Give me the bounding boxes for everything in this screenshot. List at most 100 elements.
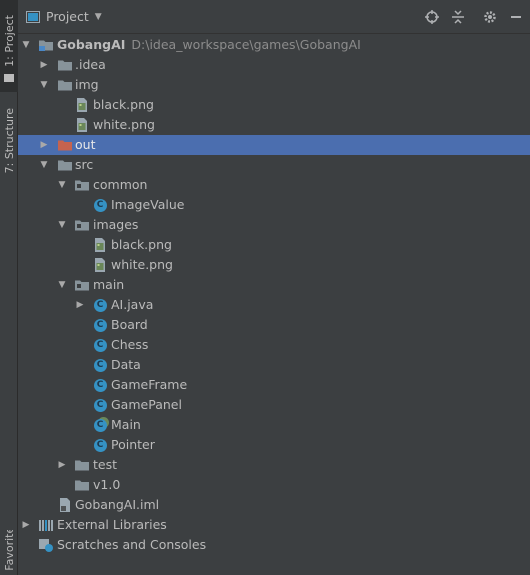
collapsed-arrow-icon[interactable]: ▶ <box>56 455 68 475</box>
tree-label: GameFrame <box>111 377 188 392</box>
gear-icon <box>484 11 496 23</box>
tree-node-chess[interactable]: C Chess <box>18 335 530 355</box>
package-icon <box>74 277 90 293</box>
tree-node-img[interactable]: ▼ img <box>18 75 530 95</box>
tree-label: img <box>75 77 99 92</box>
png-file-icon <box>92 237 108 253</box>
class-letter: C <box>93 418 107 432</box>
collapsed-arrow-icon[interactable]: ▶ <box>20 515 32 535</box>
expanded-arrow-icon[interactable]: ▼ <box>20 35 32 55</box>
tree-node-data[interactable]: C Data <box>18 355 530 375</box>
expanded-arrow-icon[interactable]: ▼ <box>56 175 68 195</box>
tree-label: src <box>75 157 94 172</box>
class-icon: C <box>92 197 108 213</box>
tree-label: test <box>93 457 118 472</box>
locate-file-button[interactable] <box>424 9 440 25</box>
class-letter: C <box>93 398 107 412</box>
tree-label: white.png <box>111 257 173 272</box>
class-icon: C <box>92 337 108 353</box>
tree-node-scratches[interactable]: Scratches and Consoles <box>18 535 530 555</box>
tree-label: Board <box>111 317 148 332</box>
tree-node-main[interactable]: ▼ main <box>18 275 530 295</box>
tree-node-ai-java[interactable]: ▶ C AI.java <box>18 295 530 315</box>
tree-node-images-white[interactable]: white.png <box>18 255 530 275</box>
folder-icon <box>74 457 90 473</box>
tree-node-img-black[interactable]: black.png <box>18 95 530 115</box>
tree-node-pointer[interactable]: C Pointer <box>18 435 530 455</box>
tree-node-v10[interactable]: v1.0 <box>18 475 530 495</box>
tree-node-main-class[interactable]: C Main <box>18 415 530 435</box>
tree-node-gamepanel[interactable]: C GamePanel <box>18 395 530 415</box>
tree-node-idea[interactable]: ▶ .idea <box>18 55 530 75</box>
tree-node-iml[interactable]: GobangAI.iml <box>18 495 530 515</box>
minimize-icon <box>511 16 521 18</box>
project-tab-icon <box>4 74 14 82</box>
expanded-arrow-icon[interactable]: ▼ <box>56 275 68 295</box>
package-icon <box>74 177 90 193</box>
tree-node-imagevalue[interactable]: C ImageValue <box>18 195 530 215</box>
collapsed-arrow-icon[interactable]: ▶ <box>74 295 86 315</box>
tree-node-img-white[interactable]: white.png <box>18 115 530 135</box>
chevron-down-icon: ▼ <box>94 11 102 22</box>
package-icon <box>74 217 90 233</box>
collapsed-arrow-icon[interactable]: ▶ <box>38 135 50 155</box>
tree-label: .idea <box>75 57 106 72</box>
excluded-folder-icon <box>57 137 73 153</box>
class-icon: C <box>92 437 108 453</box>
tree-node-external-libraries[interactable]: ▶ External Libraries <box>18 515 530 535</box>
tree-label: white.png <box>93 117 155 132</box>
collapse-all-button[interactable] <box>450 9 466 25</box>
tree-node-gameframe[interactable]: C GameFrame <box>18 375 530 395</box>
tree-node-test[interactable]: ▶ test <box>18 455 530 475</box>
project-tree: ▼ GobangAI D:\idea_workspace\games\Gobang… <box>18 35 530 575</box>
hide-panel-button[interactable] <box>508 9 524 25</box>
tree-label: Chess <box>111 337 149 352</box>
tree-label: Main <box>111 417 141 432</box>
favorites-tool-tab[interactable]: 2: Favorites <box>0 530 18 575</box>
class-letter: C <box>93 318 107 332</box>
expanded-arrow-icon[interactable]: ▼ <box>38 75 50 95</box>
settings-button[interactable] <box>482 9 498 25</box>
tree-node-board[interactable]: C Board <box>18 315 530 335</box>
tree-node-src[interactable]: ▼ src <box>18 155 530 175</box>
class-letter: C <box>93 358 107 372</box>
tree-node-images[interactable]: ▼ images <box>18 215 530 235</box>
expanded-arrow-icon[interactable]: ▼ <box>56 215 68 235</box>
tree-node-root[interactable]: ▼ GobangAI D:\idea_workspace\games\Gobang… <box>18 35 530 55</box>
class-icon: C <box>92 397 108 413</box>
tree-label: main <box>93 277 125 292</box>
tree-node-out[interactable]: ▶ out <box>18 135 530 155</box>
tree-label: Pointer <box>111 437 155 452</box>
tree-label: out <box>75 137 96 152</box>
root-path: D:\idea_workspace\games\GobangAI <box>131 37 361 52</box>
class-letter: C <box>93 378 107 392</box>
collapsed-arrow-icon[interactable]: ▶ <box>38 55 50 75</box>
view-selector[interactable]: Project ▼ <box>26 9 102 24</box>
tree-label: black.png <box>111 237 172 252</box>
structure-tool-tab[interactable]: 7: Structure <box>0 98 18 184</box>
project-view-icon <box>26 10 40 23</box>
class-icon: C <box>92 317 108 333</box>
class-letter: C <box>93 438 107 452</box>
favorites-tab-label: 2: Favorites <box>2 530 16 575</box>
class-icon: C <box>92 377 108 393</box>
class-letter: C <box>93 198 107 212</box>
folder-icon <box>57 77 73 93</box>
folder-icon <box>57 157 73 173</box>
class-letter: C <box>93 298 107 312</box>
tree-label: Data <box>111 357 141 372</box>
scratches-icon <box>38 537 54 553</box>
tree-label: GobangAI.iml <box>75 497 160 512</box>
tree-node-images-black[interactable]: black.png <box>18 235 530 255</box>
runnable-class-icon: C <box>92 417 108 433</box>
png-file-icon <box>74 117 90 133</box>
expanded-arrow-icon[interactable]: ▼ <box>38 155 50 175</box>
tree-label: images <box>93 217 139 232</box>
tree-node-common[interactable]: ▼ common <box>18 175 530 195</box>
tree-label: v1.0 <box>93 477 121 492</box>
libraries-icon <box>38 517 54 533</box>
tree-label: ImageValue <box>111 197 185 212</box>
project-tool-tab[interactable]: 1: Project <box>0 0 18 92</box>
structure-tab-label: 7: Structure <box>2 108 16 174</box>
class-letter: C <box>93 338 107 352</box>
